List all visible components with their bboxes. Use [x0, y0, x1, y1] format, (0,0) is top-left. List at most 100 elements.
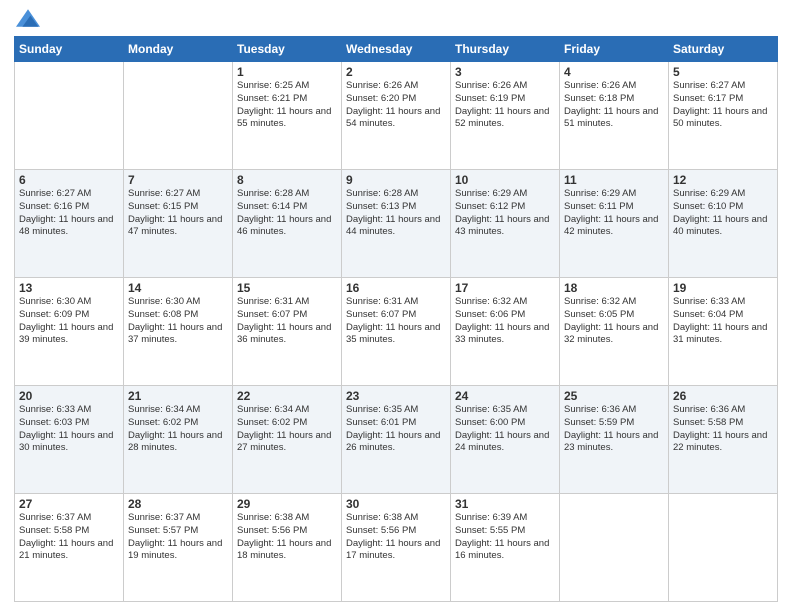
calendar-week-row: 6Sunrise: 6:27 AM Sunset: 6:16 PM Daylig…: [15, 170, 778, 278]
calendar-cell: 11Sunrise: 6:29 AM Sunset: 6:11 PM Dayli…: [560, 170, 669, 278]
weekday-header: Tuesday: [233, 37, 342, 62]
day-info: Sunrise: 6:32 AM Sunset: 6:05 PM Dayligh…: [564, 296, 664, 347]
day-info: Sunrise: 6:30 AM Sunset: 6:09 PM Dayligh…: [19, 296, 119, 347]
calendar-cell: 31Sunrise: 6:39 AM Sunset: 5:55 PM Dayli…: [451, 494, 560, 602]
day-number: 1: [237, 65, 337, 79]
calendar-cell: 9Sunrise: 6:28 AM Sunset: 6:13 PM Daylig…: [342, 170, 451, 278]
day-number: 3: [455, 65, 555, 79]
calendar-cell: [124, 62, 233, 170]
weekday-header: Thursday: [451, 37, 560, 62]
calendar-cell: [15, 62, 124, 170]
day-number: 30: [346, 497, 446, 511]
day-info: Sunrise: 6:36 AM Sunset: 5:59 PM Dayligh…: [564, 404, 664, 455]
day-info: Sunrise: 6:35 AM Sunset: 6:01 PM Dayligh…: [346, 404, 446, 455]
logo-icon: [16, 8, 40, 28]
day-number: 28: [128, 497, 228, 511]
calendar-cell: 23Sunrise: 6:35 AM Sunset: 6:01 PM Dayli…: [342, 386, 451, 494]
day-info: Sunrise: 6:27 AM Sunset: 6:16 PM Dayligh…: [19, 188, 119, 239]
calendar-cell: 3Sunrise: 6:26 AM Sunset: 6:19 PM Daylig…: [451, 62, 560, 170]
calendar-week-row: 13Sunrise: 6:30 AM Sunset: 6:09 PM Dayli…: [15, 278, 778, 386]
day-number: 2: [346, 65, 446, 79]
calendar-cell: 28Sunrise: 6:37 AM Sunset: 5:57 PM Dayli…: [124, 494, 233, 602]
day-number: 13: [19, 281, 119, 295]
weekday-header: Sunday: [15, 37, 124, 62]
day-number: 26: [673, 389, 773, 403]
calendar-cell: 26Sunrise: 6:36 AM Sunset: 5:58 PM Dayli…: [669, 386, 778, 494]
day-number: 6: [19, 173, 119, 187]
day-number: 21: [128, 389, 228, 403]
calendar-cell: 5Sunrise: 6:27 AM Sunset: 6:17 PM Daylig…: [669, 62, 778, 170]
day-number: 22: [237, 389, 337, 403]
calendar-cell: 13Sunrise: 6:30 AM Sunset: 6:09 PM Dayli…: [15, 278, 124, 386]
day-number: 17: [455, 281, 555, 295]
day-number: 23: [346, 389, 446, 403]
day-info: Sunrise: 6:37 AM Sunset: 5:58 PM Dayligh…: [19, 512, 119, 563]
day-info: Sunrise: 6:25 AM Sunset: 6:21 PM Dayligh…: [237, 80, 337, 131]
day-number: 14: [128, 281, 228, 295]
calendar-header-row: SundayMondayTuesdayWednesdayThursdayFrid…: [15, 37, 778, 62]
calendar-cell: 25Sunrise: 6:36 AM Sunset: 5:59 PM Dayli…: [560, 386, 669, 494]
calendar-cell: 1Sunrise: 6:25 AM Sunset: 6:21 PM Daylig…: [233, 62, 342, 170]
weekday-header: Monday: [124, 37, 233, 62]
day-number: 12: [673, 173, 773, 187]
day-number: 20: [19, 389, 119, 403]
calendar-cell: 16Sunrise: 6:31 AM Sunset: 6:07 PM Dayli…: [342, 278, 451, 386]
calendar-cell: 10Sunrise: 6:29 AM Sunset: 6:12 PM Dayli…: [451, 170, 560, 278]
calendar-cell: 7Sunrise: 6:27 AM Sunset: 6:15 PM Daylig…: [124, 170, 233, 278]
day-info: Sunrise: 6:36 AM Sunset: 5:58 PM Dayligh…: [673, 404, 773, 455]
calendar-cell: 21Sunrise: 6:34 AM Sunset: 6:02 PM Dayli…: [124, 386, 233, 494]
calendar-cell: 27Sunrise: 6:37 AM Sunset: 5:58 PM Dayli…: [15, 494, 124, 602]
day-number: 27: [19, 497, 119, 511]
day-info: Sunrise: 6:26 AM Sunset: 6:19 PM Dayligh…: [455, 80, 555, 131]
day-info: Sunrise: 6:38 AM Sunset: 5:56 PM Dayligh…: [237, 512, 337, 563]
day-info: Sunrise: 6:28 AM Sunset: 6:13 PM Dayligh…: [346, 188, 446, 239]
day-info: Sunrise: 6:38 AM Sunset: 5:56 PM Dayligh…: [346, 512, 446, 563]
weekday-header: Friday: [560, 37, 669, 62]
calendar-cell: 30Sunrise: 6:38 AM Sunset: 5:56 PM Dayli…: [342, 494, 451, 602]
weekday-header: Wednesday: [342, 37, 451, 62]
day-info: Sunrise: 6:34 AM Sunset: 6:02 PM Dayligh…: [128, 404, 228, 455]
day-info: Sunrise: 6:39 AM Sunset: 5:55 PM Dayligh…: [455, 512, 555, 563]
day-info: Sunrise: 6:26 AM Sunset: 6:18 PM Dayligh…: [564, 80, 664, 131]
calendar-cell: 19Sunrise: 6:33 AM Sunset: 6:04 PM Dayli…: [669, 278, 778, 386]
calendar-cell: 8Sunrise: 6:28 AM Sunset: 6:14 PM Daylig…: [233, 170, 342, 278]
day-number: 15: [237, 281, 337, 295]
day-info: Sunrise: 6:34 AM Sunset: 6:02 PM Dayligh…: [237, 404, 337, 455]
day-info: Sunrise: 6:35 AM Sunset: 6:00 PM Dayligh…: [455, 404, 555, 455]
day-number: 31: [455, 497, 555, 511]
calendar-cell: 14Sunrise: 6:30 AM Sunset: 6:08 PM Dayli…: [124, 278, 233, 386]
day-info: Sunrise: 6:31 AM Sunset: 6:07 PM Dayligh…: [237, 296, 337, 347]
calendar-cell: 15Sunrise: 6:31 AM Sunset: 6:07 PM Dayli…: [233, 278, 342, 386]
calendar-cell: 2Sunrise: 6:26 AM Sunset: 6:20 PM Daylig…: [342, 62, 451, 170]
weekday-header: Saturday: [669, 37, 778, 62]
day-number: 29: [237, 497, 337, 511]
day-number: 10: [455, 173, 555, 187]
day-number: 18: [564, 281, 664, 295]
day-info: Sunrise: 6:30 AM Sunset: 6:08 PM Dayligh…: [128, 296, 228, 347]
day-info: Sunrise: 6:26 AM Sunset: 6:20 PM Dayligh…: [346, 80, 446, 131]
calendar-week-row: 27Sunrise: 6:37 AM Sunset: 5:58 PM Dayli…: [15, 494, 778, 602]
day-number: 11: [564, 173, 664, 187]
day-info: Sunrise: 6:29 AM Sunset: 6:10 PM Dayligh…: [673, 188, 773, 239]
day-info: Sunrise: 6:29 AM Sunset: 6:11 PM Dayligh…: [564, 188, 664, 239]
day-number: 7: [128, 173, 228, 187]
day-number: 5: [673, 65, 773, 79]
day-number: 19: [673, 281, 773, 295]
calendar-cell: 12Sunrise: 6:29 AM Sunset: 6:10 PM Dayli…: [669, 170, 778, 278]
calendar-cell: 6Sunrise: 6:27 AM Sunset: 6:16 PM Daylig…: [15, 170, 124, 278]
calendar-cell: [560, 494, 669, 602]
calendar-cell: [669, 494, 778, 602]
day-number: 9: [346, 173, 446, 187]
page: SundayMondayTuesdayWednesdayThursdayFrid…: [0, 0, 792, 612]
day-number: 8: [237, 173, 337, 187]
day-number: 25: [564, 389, 664, 403]
day-info: Sunrise: 6:32 AM Sunset: 6:06 PM Dayligh…: [455, 296, 555, 347]
calendar-cell: 4Sunrise: 6:26 AM Sunset: 6:18 PM Daylig…: [560, 62, 669, 170]
day-info: Sunrise: 6:33 AM Sunset: 6:04 PM Dayligh…: [673, 296, 773, 347]
day-info: Sunrise: 6:33 AM Sunset: 6:03 PM Dayligh…: [19, 404, 119, 455]
day-info: Sunrise: 6:29 AM Sunset: 6:12 PM Dayligh…: [455, 188, 555, 239]
day-number: 24: [455, 389, 555, 403]
calendar-cell: 22Sunrise: 6:34 AM Sunset: 6:02 PM Dayli…: [233, 386, 342, 494]
day-info: Sunrise: 6:27 AM Sunset: 6:15 PM Dayligh…: [128, 188, 228, 239]
day-number: 4: [564, 65, 664, 79]
